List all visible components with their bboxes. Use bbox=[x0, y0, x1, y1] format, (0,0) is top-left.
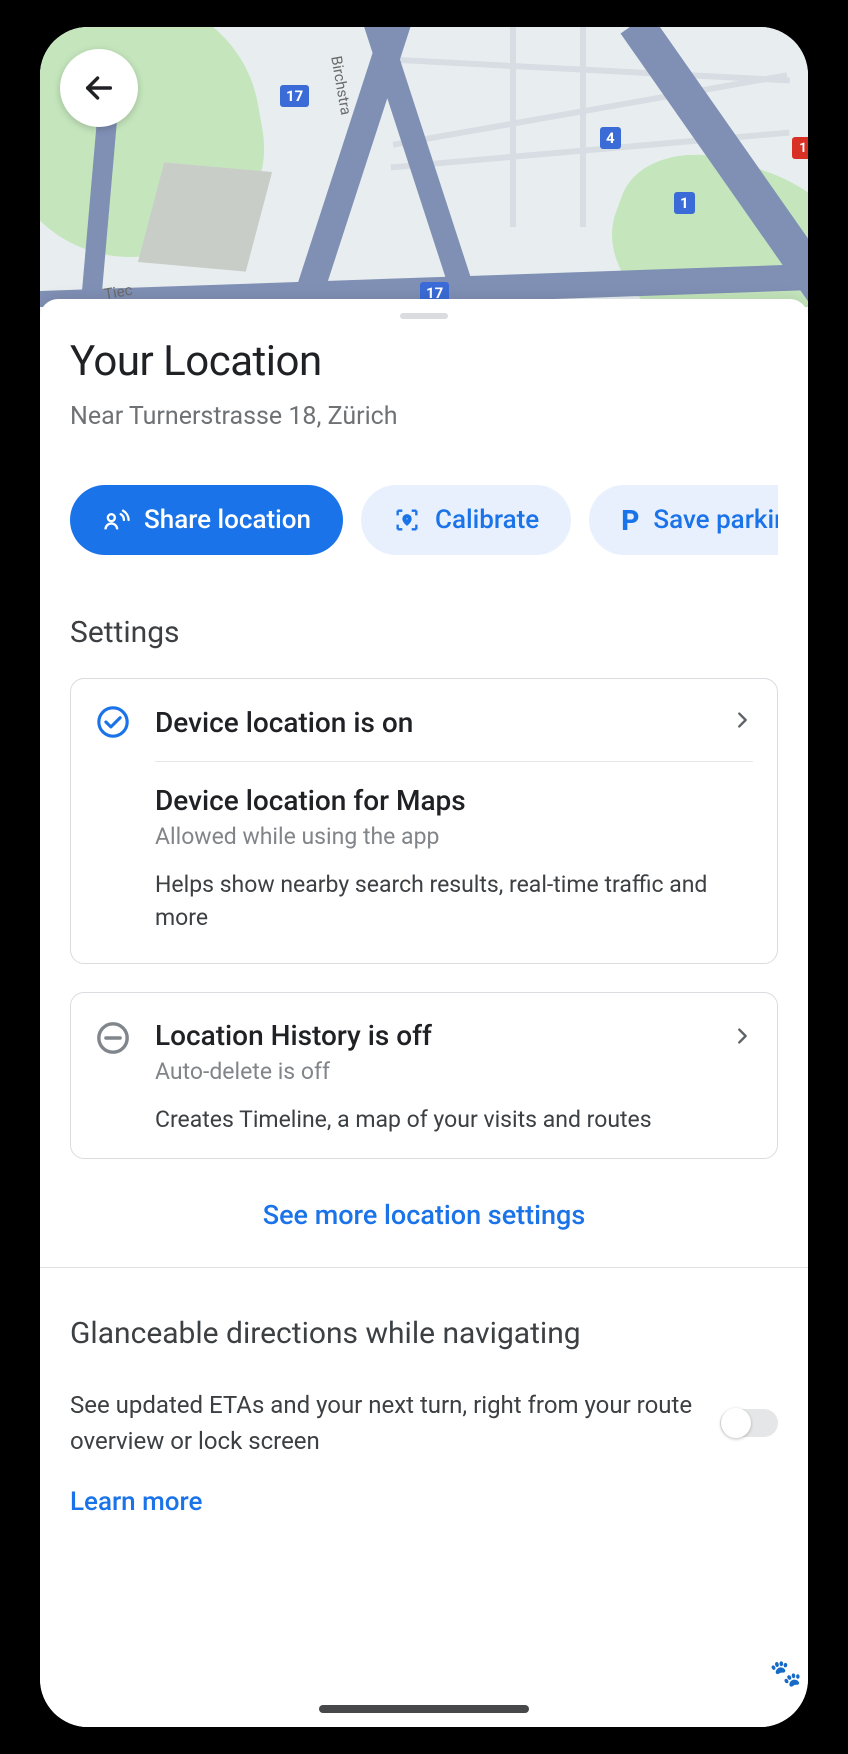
row-description: Creates Timeline, a map of your visits a… bbox=[155, 1103, 731, 1136]
calibrate-chip[interactable]: Calibrate bbox=[361, 485, 571, 555]
check-circle-icon bbox=[96, 705, 130, 739]
device-location-row[interactable]: Device location is on bbox=[71, 679, 777, 761]
back-button[interactable] bbox=[60, 49, 138, 127]
bottom-sheet: Your Location Near Turnerstrasse 18, Zür… bbox=[40, 299, 808, 1727]
minus-circle-icon bbox=[96, 1021, 130, 1055]
location-history-row[interactable]: Location History is off Auto-delete is o… bbox=[71, 993, 777, 1158]
save-parking-chip[interactable]: P Save parkin bbox=[589, 485, 778, 555]
route-shield: 4 bbox=[600, 127, 621, 149]
page-subtitle: Near Turnerstrasse 18, Zürich bbox=[70, 402, 778, 431]
back-arrow-icon bbox=[82, 71, 116, 105]
location-history-card: Location History is off Auto-delete is o… bbox=[70, 992, 778, 1159]
see-more-location-settings-link[interactable]: See more location settings bbox=[70, 1199, 778, 1231]
device-location-maps-row[interactable]: Device location for Maps Allowed while u… bbox=[71, 762, 777, 963]
glanceable-toggle[interactable] bbox=[720, 1409, 778, 1437]
route-shield: 1 bbox=[674, 192, 695, 214]
action-chips-row: Share location Calibrate P Save parkin bbox=[70, 485, 778, 555]
glanceable-title: Glanceable directions while navigating bbox=[70, 1316, 778, 1351]
share-location-icon bbox=[102, 506, 130, 534]
calibrate-icon bbox=[393, 506, 421, 534]
row-subtitle: Auto-delete is off bbox=[155, 1058, 731, 1085]
map-minor-road bbox=[390, 57, 790, 84]
settings-heading: Settings bbox=[70, 615, 778, 650]
chip-label: Save parkin bbox=[653, 505, 778, 535]
drag-handle[interactable] bbox=[400, 313, 448, 319]
row-description: Helps show nearby search results, real-t… bbox=[155, 868, 753, 935]
glanceable-description: See updated ETAs and your next turn, rig… bbox=[70, 1387, 700, 1459]
row-title: Device location for Maps bbox=[155, 784, 753, 817]
map-minor-road bbox=[580, 27, 586, 227]
page-title: Your Location bbox=[70, 337, 778, 386]
chevron-right-icon bbox=[731, 709, 753, 731]
learn-more-link[interactable]: Learn more bbox=[70, 1487, 778, 1517]
map-preview[interactable]: 17 4 1 17 1 Birchstra Tiec bbox=[40, 27, 808, 307]
section-divider bbox=[40, 1267, 808, 1268]
map-minor-road bbox=[510, 27, 516, 227]
parking-icon: P bbox=[621, 504, 639, 537]
device-location-card: Device location is on Device location fo… bbox=[70, 678, 778, 964]
chevron-right-icon bbox=[731, 1025, 753, 1047]
glanceable-row: See updated ETAs and your next turn, rig… bbox=[70, 1387, 778, 1459]
chip-label: Share location bbox=[144, 505, 311, 535]
row-title: Location History is off bbox=[155, 1019, 731, 1052]
row-title: Device location is on bbox=[155, 706, 731, 739]
home-indicator[interactable] bbox=[319, 1705, 529, 1713]
paw-decoration-icon: 🐾 bbox=[770, 1659, 802, 1689]
share-location-chip[interactable]: Share location bbox=[70, 485, 343, 555]
device-frame: 17 4 1 17 1 Birchstra Tiec Your Location… bbox=[40, 27, 808, 1727]
row-subtitle: Allowed while using the app bbox=[155, 823, 753, 850]
map-street-label: Birchstra bbox=[327, 54, 355, 116]
route-shield-red: 1 bbox=[792, 137, 808, 159]
chip-label: Calibrate bbox=[435, 505, 539, 535]
route-shield: 17 bbox=[280, 85, 309, 107]
